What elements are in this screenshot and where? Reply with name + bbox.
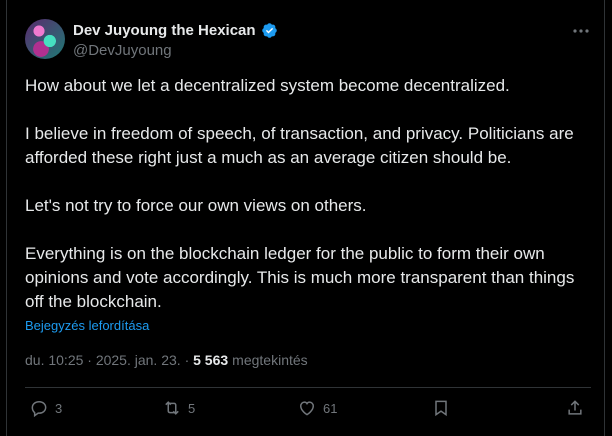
- repost-count: 5: [188, 400, 196, 416]
- like-button[interactable]: 61: [297, 398, 337, 418]
- repost-icon: [165, 401, 179, 415]
- share-button[interactable]: [565, 398, 585, 418]
- like-count: 61: [323, 400, 338, 416]
- reply-button[interactable]: 3: [29, 398, 62, 418]
- views-count: 5 563: [193, 352, 229, 368]
- repost-button[interactable]: 5: [162, 398, 195, 418]
- tweet-paragraph: I believe in freedom of speech, of trans…: [25, 124, 574, 167]
- avatar[interactable]: [25, 19, 65, 59]
- timestamp[interactable]: du. 10:25 · 2025. jan. 23. ·: [25, 352, 193, 368]
- heart-icon: [299, 401, 315, 416]
- bookmark-icon: [435, 400, 447, 417]
- more-options-icon[interactable]: [571, 24, 591, 38]
- share-icon: [568, 400, 582, 415]
- tweet-paragraph: How about we let a decentralized system …: [25, 76, 510, 95]
- tweet-paragraph: Let's not try to force our own views on …: [25, 196, 367, 215]
- reply-count: 3: [55, 400, 63, 416]
- views-label: megtekintés: [232, 352, 308, 368]
- reply-icon: [31, 400, 47, 418]
- translate-link[interactable]: Bejegyzés lefordítása: [25, 318, 149, 333]
- bookmark-button[interactable]: [431, 398, 451, 418]
- author-name-row[interactable]: Dev Juyoung the Hexican: [73, 22, 278, 39]
- verified-badge-icon: [261, 23, 277, 38]
- author-handle[interactable]: @DevJuyoung: [73, 42, 172, 59]
- tweet-container: [6, 0, 605, 436]
- divider: [25, 387, 591, 388]
- author-display-name[interactable]: Dev Juyoung the Hexican: [73, 22, 256, 39]
- tweet-meta: du. 10:25 · 2025. jan. 23. · 5 563 megte…: [25, 352, 308, 368]
- tweet-paragraph: Everything is on the blockchain ledger f…: [25, 244, 575, 311]
